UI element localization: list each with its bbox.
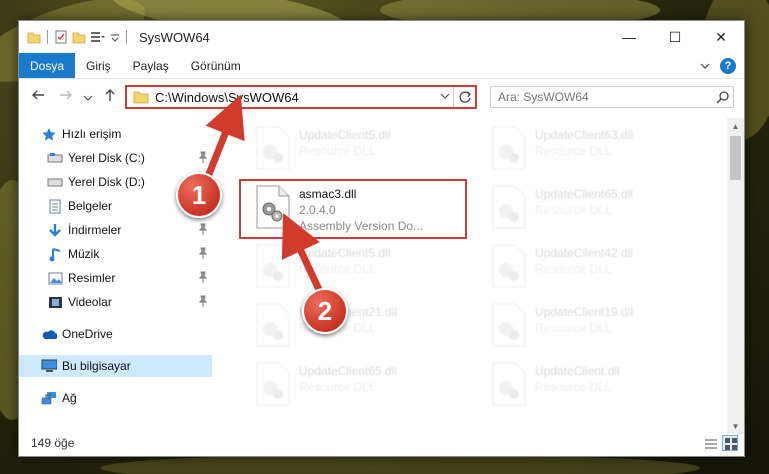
callout-badge-1: 1 bbox=[176, 172, 222, 218]
arrow-to-file bbox=[281, 212, 326, 298]
callout-badge-2: 2 bbox=[302, 288, 348, 334]
annotation-arrows bbox=[201, 94, 326, 298]
